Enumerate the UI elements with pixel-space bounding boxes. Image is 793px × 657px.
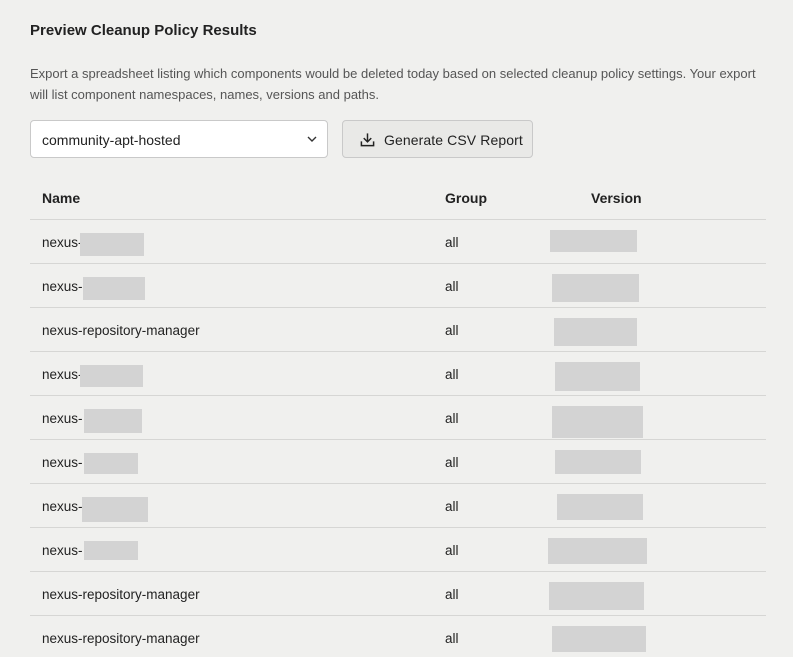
repository-select[interactable]: community-apt-hosted	[30, 120, 328, 158]
table-row[interactable]: nexus-all	[30, 264, 766, 308]
version-redaction-block	[557, 494, 643, 520]
generate-csv-report-button[interactable]: Generate CSV Report	[342, 120, 533, 158]
component-group: all	[445, 587, 459, 602]
page-description: Export a spreadsheet listing which compo…	[30, 66, 756, 102]
download-icon	[360, 133, 375, 147]
component-name: nexus-	[42, 411, 83, 426]
version-redaction-block	[549, 582, 644, 610]
table-header: Name Group Version	[30, 176, 766, 220]
name-redaction-block	[83, 277, 145, 300]
table-row[interactable]: nexus-all	[30, 440, 766, 484]
component-group: all	[445, 323, 459, 338]
cleanup-results-table: Name Group Version nexus-all nexus-all nex…	[30, 176, 766, 657]
name-redaction-block	[84, 409, 142, 433]
table-body: nexus-all nexus-all nexus-repository-manag…	[30, 220, 766, 657]
name-redaction-block	[80, 365, 143, 387]
component-group: all	[445, 235, 459, 250]
component-name: nexus-repository-manager	[42, 587, 200, 602]
table-row[interactable]: nexus-repository-manager all	[30, 572, 766, 616]
table-row[interactable]: nexus-all	[30, 396, 766, 440]
table-row[interactable]: nexus-all	[30, 484, 766, 528]
version-redaction-block	[552, 274, 639, 302]
component-name: nexus-repository-manager	[42, 323, 200, 338]
column-header-name[interactable]: Name	[42, 190, 80, 206]
version-redaction-block	[555, 450, 641, 474]
component-group: all	[445, 499, 459, 514]
component-name: nexus-	[42, 455, 83, 470]
name-redaction-block	[84, 453, 138, 474]
page-title: Preview Cleanup Policy Results	[30, 22, 257, 39]
component-name: nexus-	[42, 367, 83, 382]
version-redaction-block	[554, 318, 637, 346]
component-group: all	[445, 367, 459, 382]
name-redaction-block	[82, 497, 148, 522]
component-name: nexus-	[42, 235, 83, 250]
table-row[interactable]: nexus-all	[30, 528, 766, 572]
component-group: all	[445, 279, 459, 294]
repository-select-value: community-apt-hosted	[42, 132, 181, 148]
version-redaction-block	[548, 538, 647, 564]
table-row[interactable]: nexus-repository-manager all	[30, 616, 766, 657]
component-name: nexus-	[42, 543, 83, 558]
component-name: nexus-	[42, 279, 83, 294]
component-group: all	[445, 455, 459, 470]
column-header-group[interactable]: Group	[445, 190, 487, 206]
version-redaction-block	[550, 230, 637, 252]
component-group: all	[445, 411, 459, 426]
generate-csv-report-label: Generate CSV Report	[384, 132, 523, 148]
chevron-down-icon	[307, 136, 317, 142]
component-group: all	[445, 543, 459, 558]
version-redaction-block	[552, 626, 646, 652]
component-name: nexus-	[42, 499, 83, 514]
table-row[interactable]: nexus-repository-manager all	[30, 308, 766, 352]
column-header-version[interactable]: Version	[591, 190, 642, 206]
name-redaction-block	[80, 233, 144, 256]
version-redaction-block	[552, 406, 643, 438]
table-row[interactable]: nexus-all	[30, 220, 766, 264]
table-row[interactable]: nexus-all	[30, 352, 766, 396]
version-redaction-block	[555, 362, 640, 391]
component-name: nexus-repository-manager	[42, 631, 200, 646]
cleanup-preview-panel: Preview Cleanup Policy Results Export a …	[0, 0, 793, 657]
component-group: all	[445, 631, 459, 646]
name-redaction-block	[84, 541, 138, 560]
